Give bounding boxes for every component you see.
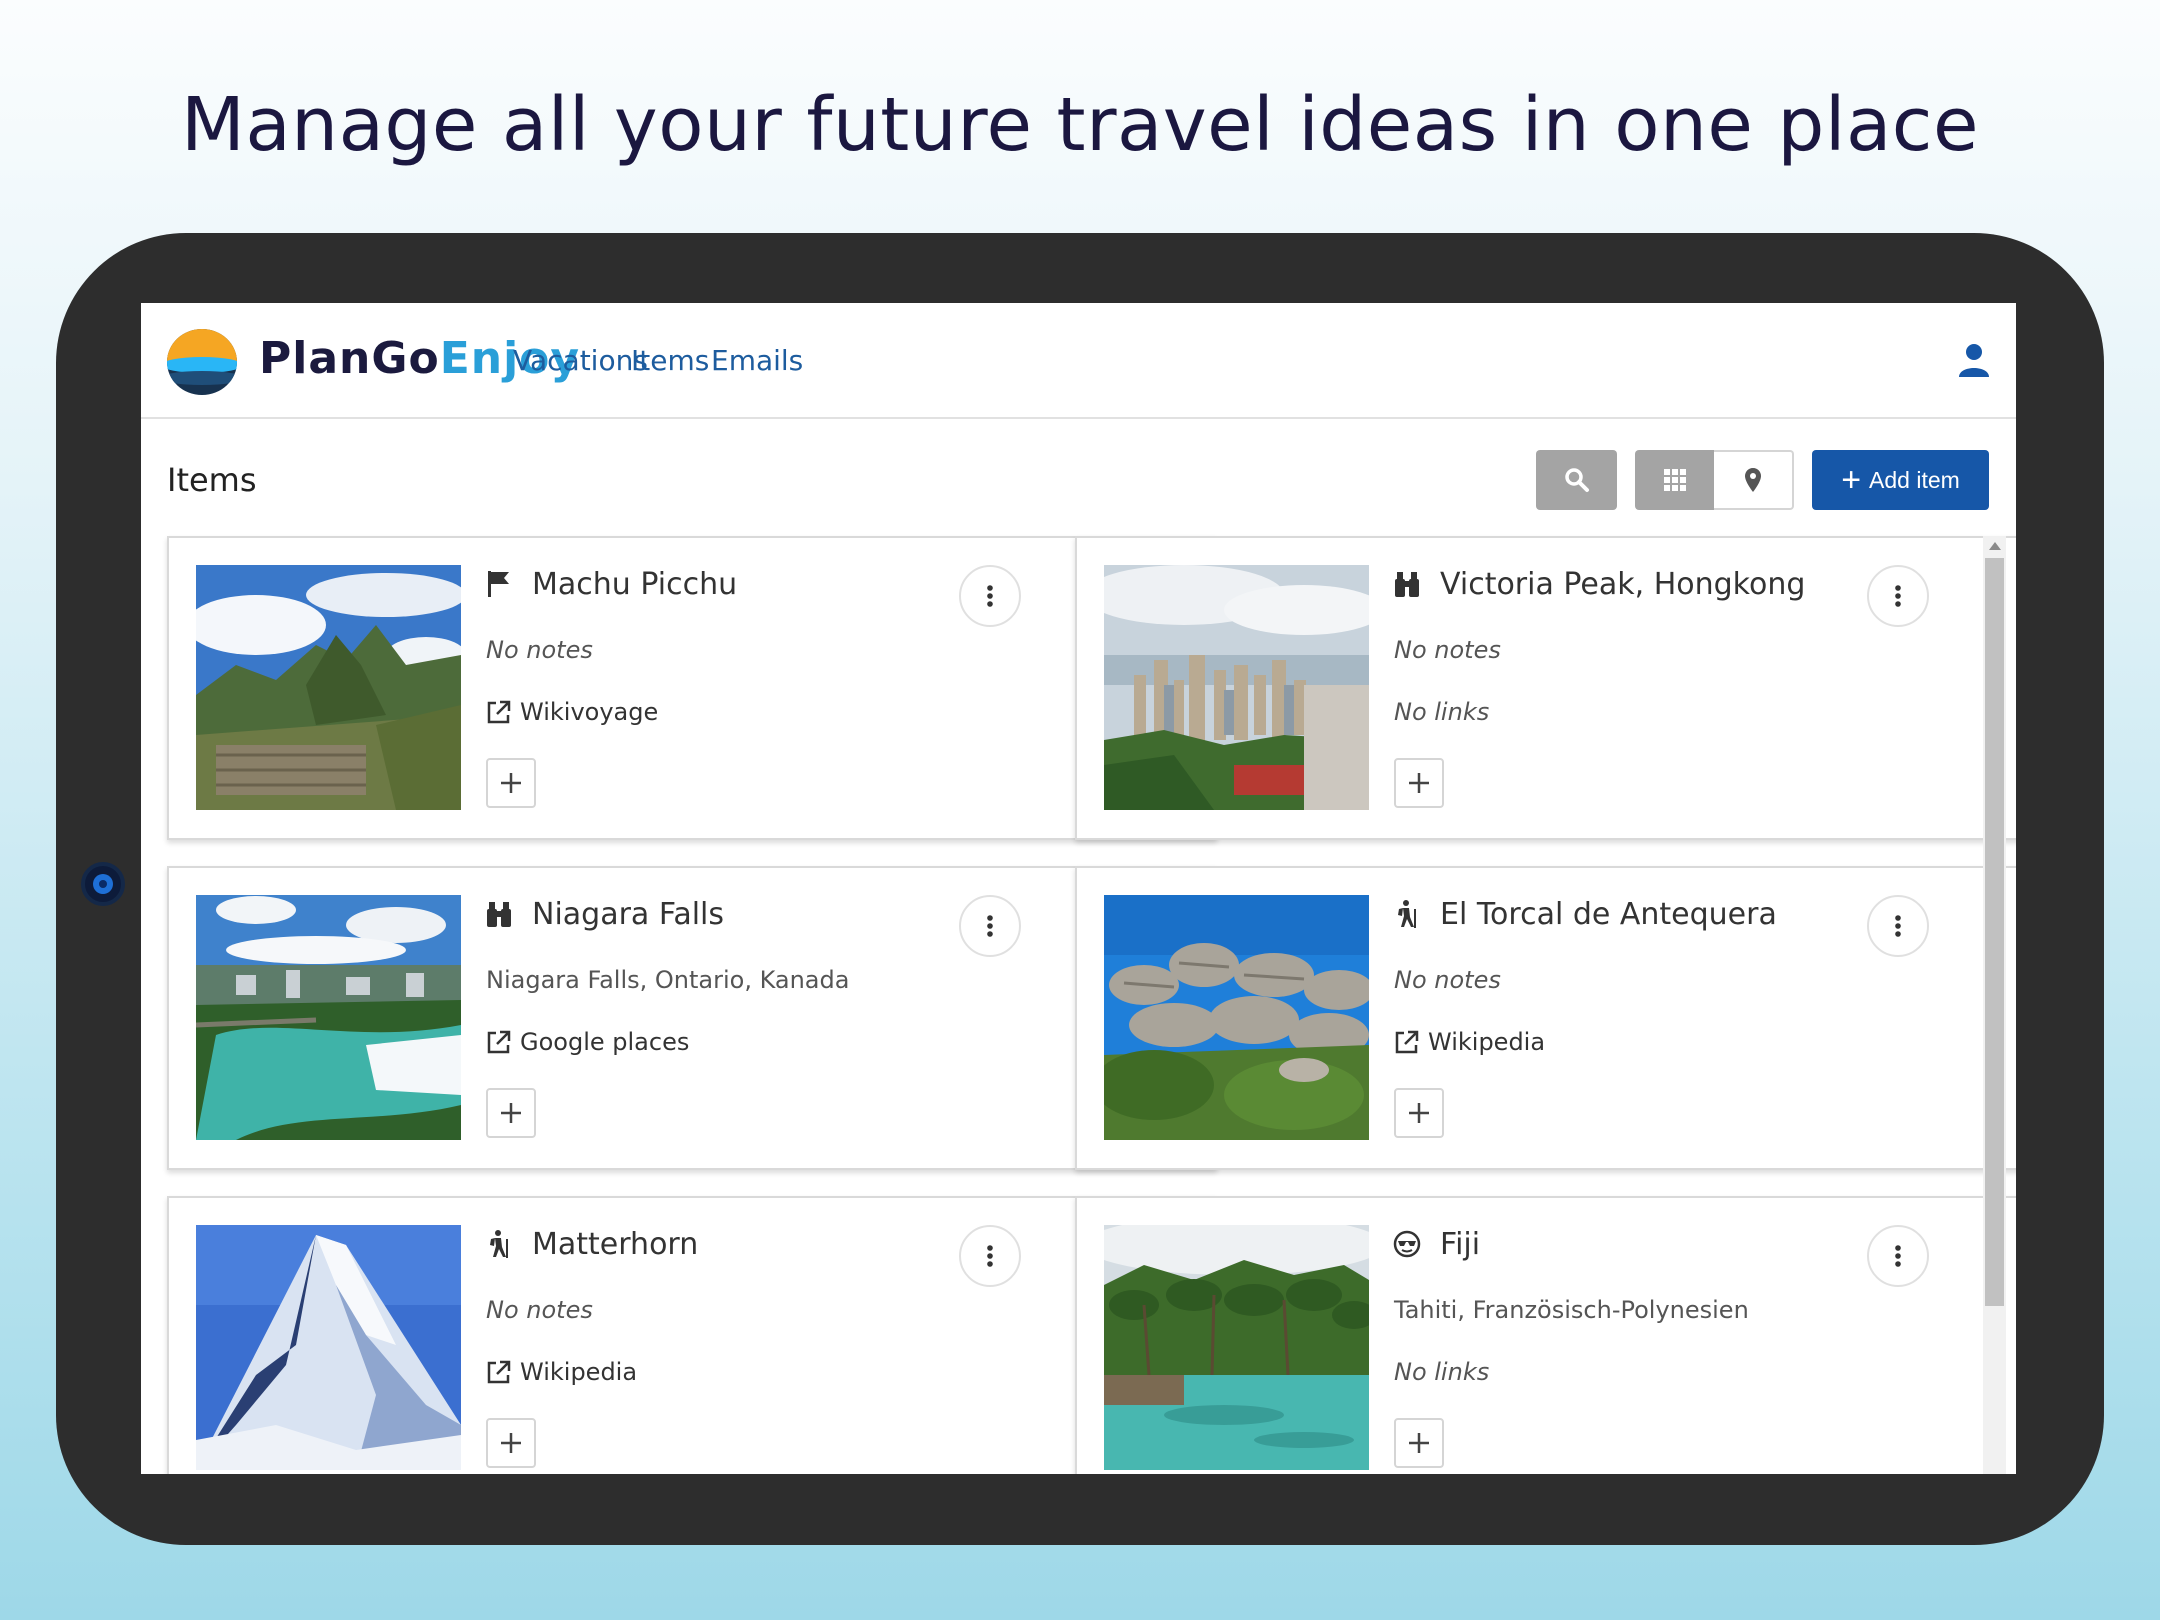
scrollbar[interactable] bbox=[1983, 536, 2006, 1474]
external-link-icon bbox=[1395, 1030, 1419, 1054]
more-vertical-icon bbox=[1895, 585, 1901, 607]
item-notes: Tahiti, Französisch-Polynesien bbox=[1394, 1296, 1749, 1324]
item-notes: Niagara Falls, Ontario, Kanada bbox=[486, 966, 850, 994]
logo-icon[interactable] bbox=[167, 329, 237, 395]
item-link[interactable]: Google places bbox=[486, 1028, 689, 1056]
plus-icon bbox=[1409, 773, 1429, 793]
add-to-vacation-button[interactable] bbox=[1394, 1088, 1444, 1138]
flag-icon bbox=[488, 571, 509, 597]
item-card[interactable]: Fiji Tahiti, Französisch-Polynesien No l… bbox=[1075, 1196, 2016, 1474]
map-view-button[interactable] bbox=[1714, 450, 1794, 510]
add-to-vacation-button[interactable] bbox=[486, 1088, 536, 1138]
add-to-vacation-button[interactable] bbox=[486, 1418, 536, 1468]
tablet-frame: PlanGoEnjoy Vacations Items Emails Items bbox=[56, 233, 2104, 1545]
map-pin-icon bbox=[1745, 468, 1761, 492]
more-vertical-icon bbox=[987, 915, 993, 937]
item-link[interactable]: Wikipedia bbox=[1394, 1028, 1545, 1056]
top-navbar: PlanGoEnjoy Vacations Items Emails bbox=[141, 303, 2016, 419]
item-photo bbox=[1104, 895, 1369, 1140]
item-menu-button[interactable] bbox=[959, 565, 1021, 627]
sunglasses-icon bbox=[1393, 1230, 1421, 1258]
grid-icon bbox=[1663, 469, 1686, 491]
external-link-icon bbox=[487, 1360, 511, 1384]
item-notes: No notes bbox=[486, 636, 593, 664]
plus-icon bbox=[501, 1433, 521, 1453]
item-photo bbox=[1104, 565, 1369, 810]
external-link-icon bbox=[487, 1030, 511, 1054]
item-link-label[interactable]: Wikipedia bbox=[520, 1358, 637, 1386]
item-link[interactable]: Wikivoyage bbox=[486, 698, 658, 726]
search-button[interactable] bbox=[1536, 450, 1617, 510]
user-icon[interactable] bbox=[1958, 343, 1990, 379]
item-title[interactable]: Victoria Peak, Hongkong bbox=[1440, 567, 1805, 602]
grid-view-button[interactable] bbox=[1635, 450, 1714, 510]
item-link-label[interactable]: Wikipedia bbox=[1428, 1028, 1545, 1056]
plus-icon bbox=[1409, 1103, 1429, 1123]
item-notes: No notes bbox=[1394, 636, 1501, 664]
item-title[interactable]: Machu Picchu bbox=[532, 567, 737, 602]
item-link[interactable]: Wikipedia bbox=[486, 1358, 637, 1386]
item-link-label[interactable]: Google places bbox=[520, 1028, 689, 1056]
item-photo bbox=[196, 1225, 461, 1470]
more-vertical-icon bbox=[1895, 915, 1901, 937]
item-menu-button[interactable] bbox=[1867, 1225, 1929, 1287]
add-to-vacation-button[interactable] bbox=[1394, 758, 1444, 808]
item-title[interactable]: Niagara Falls bbox=[532, 897, 724, 932]
item-no-links: No links bbox=[1394, 1358, 1490, 1386]
binoculars-icon bbox=[1395, 572, 1419, 597]
item-title[interactable]: Fiji bbox=[1440, 1227, 1480, 1262]
item-menu-button[interactable] bbox=[959, 1225, 1021, 1287]
item-card[interactable]: Niagara Falls Niagara Falls, Ontario, Ka… bbox=[167, 866, 1217, 1170]
item-notes: No notes bbox=[1394, 966, 1501, 994]
scrollbar-thumb[interactable] bbox=[1985, 558, 2004, 1306]
item-link-label[interactable]: Wikivoyage bbox=[520, 698, 658, 726]
search-icon bbox=[1564, 468, 1589, 492]
item-photo bbox=[196, 565, 461, 810]
plus-icon bbox=[1409, 1433, 1429, 1453]
item-card[interactable]: Machu Picchu No notes Wikivoyage bbox=[167, 536, 1217, 840]
page-title: Items bbox=[167, 461, 257, 499]
more-vertical-icon bbox=[987, 1245, 993, 1267]
hiking-icon bbox=[490, 1230, 508, 1258]
more-vertical-icon bbox=[1895, 1245, 1901, 1267]
binoculars-icon bbox=[487, 902, 511, 927]
item-title[interactable]: El Torcal de Antequera bbox=[1440, 897, 1777, 932]
hiking-icon bbox=[1398, 900, 1416, 928]
nav-items[interactable]: Items bbox=[631, 344, 709, 377]
item-menu-button[interactable] bbox=[1867, 895, 1929, 957]
item-card[interactable]: Victoria Peak, Hongkong No notes No link… bbox=[1075, 536, 2016, 840]
item-notes: No notes bbox=[486, 1296, 593, 1324]
plus-icon: + bbox=[1841, 461, 1862, 499]
item-no-links: No links bbox=[1394, 698, 1490, 726]
add-item-label: Add item bbox=[1869, 466, 1960, 493]
scroll-up-arrow-icon[interactable] bbox=[1989, 542, 2001, 550]
nav-vacations[interactable]: Vacations bbox=[513, 344, 648, 377]
camera-icon bbox=[81, 862, 125, 906]
plus-icon bbox=[501, 1103, 521, 1123]
item-menu-button[interactable] bbox=[1867, 565, 1929, 627]
item-photo bbox=[1104, 1225, 1369, 1470]
item-menu-button[interactable] bbox=[959, 895, 1021, 957]
item-title[interactable]: Matterhorn bbox=[532, 1227, 698, 1262]
brand-part-1: PlanGo bbox=[259, 333, 440, 384]
more-vertical-icon bbox=[987, 585, 993, 607]
marketing-headline: Manage all your future travel ideas in o… bbox=[180, 82, 1980, 168]
add-to-vacation-button[interactable] bbox=[486, 758, 536, 808]
item-card[interactable]: El Torcal de Antequera No notes Wikipedi… bbox=[1075, 866, 2016, 1170]
add-item-button[interactable]: + Add item bbox=[1812, 450, 1989, 510]
app-screen: PlanGoEnjoy Vacations Items Emails Items bbox=[141, 303, 2016, 1474]
add-to-vacation-button[interactable] bbox=[1394, 1418, 1444, 1468]
item-card[interactable]: Matterhorn No notes Wikipedia bbox=[167, 1196, 1217, 1474]
plus-icon bbox=[501, 773, 521, 793]
nav-emails[interactable]: Emails bbox=[711, 344, 803, 377]
external-link-icon bbox=[487, 700, 511, 724]
item-photo bbox=[196, 895, 461, 1140]
